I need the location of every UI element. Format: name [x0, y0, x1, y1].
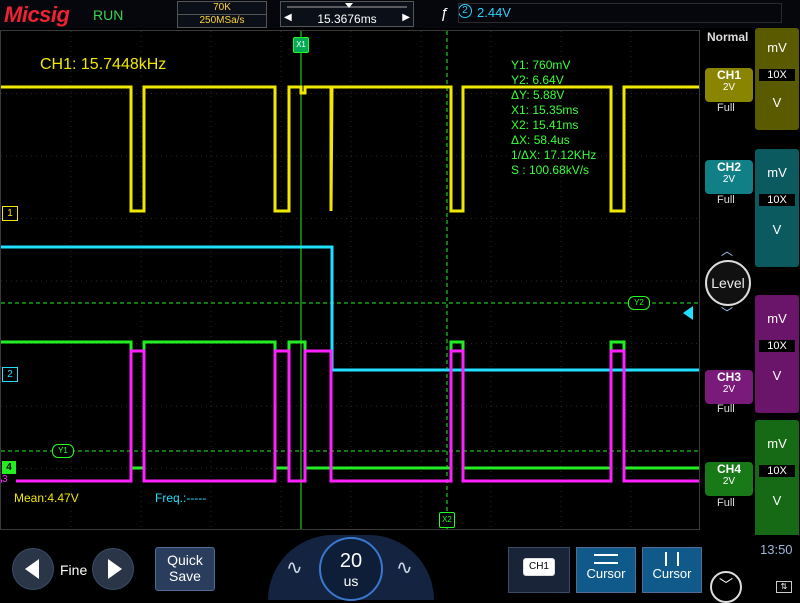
ch2-name: CH2 — [716, 160, 741, 174]
ch4-name: CH4 — [716, 462, 741, 476]
channel-select-label: CH1 — [523, 558, 555, 576]
timebase-increase-icon[interactable]: ∿ — [396, 555, 413, 580]
ch4-offset-marker[interactable]: 4 — [2, 461, 16, 474]
fine-left-button[interactable] — [12, 548, 54, 590]
ch1-bandwidth: Full — [717, 102, 735, 114]
ch2-probe[interactable]: 10X — [759, 194, 795, 206]
readout-x1: X1: 15.35ms — [511, 103, 579, 117]
ch1-probe[interactable]: 10X — [759, 69, 795, 81]
cursor-v-label: Cursor — [652, 566, 692, 581]
ch3-probe[interactable]: 10X — [759, 340, 795, 352]
trigger-level-marker-icon[interactable] — [683, 306, 693, 320]
right-channel-panel: Normal CH1 2V Full CH2 2V Full ︿ Level ﹀… — [703, 28, 755, 568]
cursor-h-label: Cursor — [586, 566, 626, 581]
level-up-icon[interactable]: ︿ — [721, 242, 733, 259]
level-knob[interactable]: Level — [705, 260, 751, 306]
ch3-unit-mv[interactable]: mV — [755, 311, 799, 326]
top-status-bar: Micsig RUN 70K 250MSa/s ◀ ▶ 15.3676ms ƒ … — [0, 0, 800, 28]
ch2-button[interactable]: CH2 2V — [705, 160, 753, 194]
readout-y2: Y2: 6.64V — [511, 73, 564, 87]
mean-measurement: Mean:4.47V — [14, 491, 79, 505]
ch2-scale: 2V — [722, 174, 736, 185]
timebase-value: 20 — [339, 550, 363, 572]
vertical-cursor-icon — [665, 552, 679, 566]
clock: 13:50 — [760, 542, 793, 557]
ch2-waveform — [1, 245, 699, 372]
readout-inv-dx: 1/ΔX: 17.12KHz — [511, 148, 597, 162]
ch2-unit-v[interactable]: V — [755, 222, 799, 237]
brand-logo: Micsig — [4, 2, 70, 27]
ch4-unit-mv[interactable]: mV — [755, 436, 799, 451]
frequency-measurement: CH1: 15.7448kHz — [40, 56, 167, 73]
ch3-button[interactable]: CH3 2V — [705, 370, 753, 404]
cursor-readout-panel: Y1: 760mV Y2: 6.64V ΔY: 5.88V X1: 15.35m… — [511, 58, 596, 178]
rising-edge-icon: ƒ — [440, 5, 449, 22]
ch1-name: CH1 — [716, 68, 741, 82]
ch1-unit-v[interactable]: V — [755, 95, 799, 110]
cursor-vertical-button[interactable]: Cursor — [642, 547, 702, 593]
ch1-volt-adjuster[interactable]: mV 10X V — [755, 28, 799, 130]
ch1-button[interactable]: CH1 2V — [705, 68, 753, 102]
ch2-bandwidth: Full — [717, 194, 735, 206]
timebase-knob[interactable]: 20 us — [319, 537, 383, 601]
cursor-x2-tag[interactable]: X2 — [439, 512, 455, 528]
ch3-name: CH3 — [716, 370, 741, 384]
readout-dy: ΔY: 5.88V — [511, 88, 565, 102]
ch1-unit-mv[interactable]: mV — [755, 40, 799, 55]
ch4-scale: 2V — [722, 476, 736, 487]
fine-right-button[interactable] — [92, 548, 134, 590]
readout-dx: ΔX: 58.4us — [511, 133, 570, 147]
cursor-y1-tag[interactable]: Y1 — [52, 444, 74, 458]
timebase-unit: us — [343, 573, 359, 589]
ch4-waveform — [1, 340, 699, 470]
channel-select-button[interactable]: CH1 — [508, 547, 570, 593]
quick-save-line1: Quick — [167, 552, 203, 568]
fine-label: Fine — [60, 562, 88, 578]
ch3-unit-v[interactable]: V — [755, 368, 799, 383]
freq-measurement: Freq.:----- — [155, 491, 207, 505]
ch1-scale: 2V — [722, 82, 736, 93]
ch4-bandwidth: Full — [717, 497, 735, 509]
trigger-mode[interactable]: Normal — [707, 30, 748, 44]
timeline-overview — [287, 3, 407, 8]
cursor-horizontal-button[interactable]: Cursor — [576, 547, 636, 593]
readout-y1: Y1: 760mV — [511, 58, 571, 72]
ch3-scale: 2V — [722, 384, 736, 395]
bottom-toolbar: Fine Quick Save ∿ 20 us ∿ CH1 Cursor Cur… — [0, 535, 800, 603]
run-state-indicator[interactable]: RUN — [93, 7, 123, 23]
trigger-info-box[interactable] — [458, 3, 782, 23]
cursor-y2-tag[interactable]: Y2 — [628, 296, 650, 310]
expand-menu-icon[interactable]: ﹀ — [710, 571, 742, 603]
quick-save-line2: Save — [169, 568, 201, 584]
usb-icon: ⇅ — [776, 581, 792, 593]
ch2-offset-marker[interactable]: 2 — [2, 367, 18, 382]
timebase-dial[interactable]: ∿ 20 us ∿ — [268, 535, 434, 601]
ch4-volt-adjuster[interactable]: mV 10X V — [755, 420, 799, 538]
ch2-unit-mv[interactable]: mV — [755, 165, 799, 180]
cursor-x1-tag[interactable]: X1 — [293, 37, 309, 53]
time-offset-box[interactable]: ◀ ▶ 15.3676ms — [280, 1, 414, 27]
memory-depth[interactable]: 70K — [177, 1, 267, 15]
ch4-probe[interactable]: 10X — [759, 465, 795, 477]
level-down-icon[interactable]: ﹀ — [721, 304, 733, 321]
arrow-left-icon — [25, 559, 39, 579]
horizontal-cursor-icon — [594, 554, 618, 564]
arrow-right-icon — [108, 559, 122, 579]
ch3-offset-marker[interactable]: 3 — [2, 474, 16, 486]
ch4-unit-v[interactable]: V — [755, 493, 799, 508]
ch3-volt-adjuster[interactable]: mV 10X V — [755, 295, 799, 413]
quick-save-button[interactable]: Quick Save — [155, 547, 215, 591]
readout-x2: X2: 15.41ms — [511, 118, 579, 132]
ch1-offset-marker[interactable]: 1 — [2, 206, 18, 221]
readout-slope: S : 100.68kV/s — [511, 163, 590, 177]
sample-rate[interactable]: 250MSa/s — [177, 14, 267, 28]
ch4-button[interactable]: CH4 2V — [705, 462, 753, 496]
time-offset-value: 15.3676ms — [317, 12, 377, 26]
ch3-bandwidth: Full — [717, 403, 735, 415]
timebase-decrease-icon[interactable]: ∿ — [286, 555, 303, 580]
ch2-volt-adjuster[interactable]: mV 10X V — [755, 149, 799, 267]
